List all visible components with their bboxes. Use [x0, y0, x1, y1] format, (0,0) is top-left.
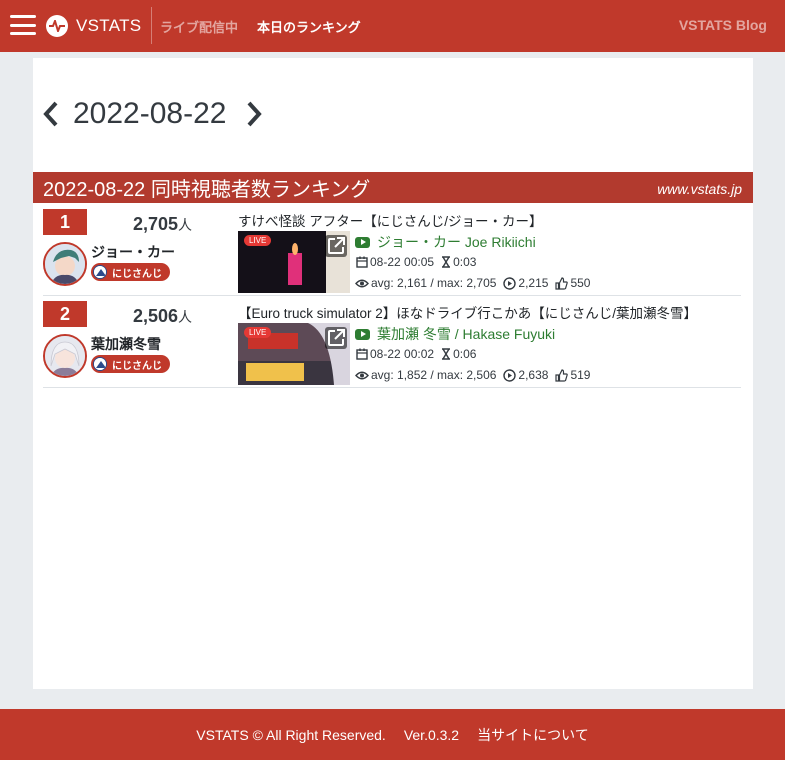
avg-max-value: avg: 1,852 / max: 2,506: [371, 368, 497, 382]
start-time-value: 08-22 00:02: [370, 347, 435, 361]
avatar[interactable]: [43, 334, 87, 378]
duration: 0:03: [441, 255, 476, 269]
ranking-row: 2 2,506人 葉加瀬冬雪 にじさんじ 【Euro truck simulat…: [43, 296, 741, 388]
youtube-icon: [355, 328, 370, 340]
next-date-button[interactable]: [244, 97, 264, 131]
stream-thumbnail[interactable]: LIVE: [238, 231, 350, 293]
about-link[interactable]: 当サイトについて: [477, 725, 589, 745]
nav-blog-link[interactable]: VSTATS Blog: [679, 17, 767, 33]
likes: 519: [555, 368, 590, 382]
start-time: 08-22 00:05: [356, 255, 434, 269]
org-name: にじさんじ: [112, 360, 162, 372]
stream-time-meta: 08-22 00:05 0:03: [356, 255, 476, 269]
duration: 0:06: [441, 347, 476, 361]
stream-stats-meta: avg: 2,161 / max: 2,705 2,215 550: [355, 276, 590, 290]
stream-title[interactable]: 【Euro truck simulator 2】ほなドライブ行こかあ【にじさんじ…: [238, 302, 697, 322]
viewer-count: 2,506人: [133, 306, 192, 327]
avg-max-value: avg: 2,161 / max: 2,705: [371, 276, 497, 290]
site-url: www.vstats.jp: [657, 181, 742, 197]
nijisanji-logo-icon: [93, 357, 107, 371]
nav-ranking-link[interactable]: 本日のランキング: [257, 17, 361, 36]
start-time: 08-22 00:02: [356, 347, 434, 361]
date-navigator: 2022-08-22: [41, 96, 264, 132]
youtube-channel-link[interactable]: ジョー・カー Joe Rikiichi: [355, 232, 536, 252]
org-badge[interactable]: にじさんじ: [91, 263, 170, 281]
thumbs-up-icon: [555, 276, 569, 290]
viewer-unit: 人: [178, 217, 193, 233]
views-value: 2,638: [518, 368, 549, 382]
nijisanji-logo-icon: [93, 265, 107, 279]
duration-value: 0:03: [453, 255, 477, 269]
calendar-icon: [356, 348, 368, 360]
views: 2,215: [503, 276, 548, 290]
likes: 550: [555, 276, 590, 290]
org-name: にじさんじ: [112, 268, 162, 280]
start-time-value: 08-22 00:05: [370, 255, 435, 269]
views: 2,638: [503, 368, 548, 382]
prev-date-button[interactable]: [41, 97, 61, 131]
youtube-channel-link[interactable]: 葉加瀬 冬雪 / Hakase Fuyuki: [355, 324, 555, 344]
ranking-panel: 2022-08-22 2022-08-22 同時視聴者数ランキング www.vs…: [33, 58, 753, 689]
ranking-row: 1 2,705人 ジョー・カー にじさんじ すけべ怪談 アフター【にじさんじ/ジ…: [43, 204, 741, 296]
play-circle-icon: [503, 368, 517, 382]
current-date: 2022-08-22: [73, 97, 227, 130]
eye-icon: [355, 279, 369, 287]
youtube-channel-name: ジョー・カー Joe Rikiichi: [377, 234, 536, 250]
external-link-icon[interactable]: [325, 327, 347, 349]
version: Ver.0.3.2: [403, 726, 460, 743]
hourglass-icon: [442, 348, 451, 360]
hourglass-icon: [442, 256, 451, 268]
ranking-title: 2022-08-22 同時視聴者数ランキング: [43, 179, 371, 201]
avg-max: avg: 1,852 / max: 2,506: [355, 368, 496, 382]
channel-name[interactable]: 葉加瀬冬雪: [91, 334, 161, 354]
stream-stats-meta: avg: 1,852 / max: 2,506 2,638 519: [355, 368, 590, 382]
pulse-logo-icon: [46, 15, 68, 37]
calendar-icon: [356, 256, 368, 268]
viewer-count-value: 2,705: [133, 214, 179, 234]
viewer-unit: 人: [178, 309, 193, 325]
likes-value: 519: [570, 368, 591, 382]
channel-name[interactable]: ジョー・カー: [91, 242, 175, 262]
live-tag: LIVE: [244, 235, 272, 246]
brand-link[interactable]: VSTATS: [46, 14, 141, 38]
chevron-right-icon: [247, 101, 263, 127]
viewer-count: 2,705人: [133, 214, 192, 235]
menu-icon[interactable]: [10, 13, 36, 37]
copyright: VSTATS © All Right Reserved.: [196, 726, 386, 743]
stream-thumbnail[interactable]: LIVE: [238, 323, 350, 385]
viewer-count-value: 2,506: [133, 306, 179, 326]
external-link-icon[interactable]: [325, 235, 347, 257]
youtube-channel-name: 葉加瀬 冬雪 / Hakase Fuyuki: [377, 326, 556, 342]
stream-time-meta: 08-22 00:02 0:06: [356, 347, 476, 361]
brand-name: VSTATS: [76, 16, 142, 35]
thumbs-up-icon: [555, 368, 569, 382]
top-navbar: VSTATS ライブ配信中 本日のランキング VSTATS Blog: [0, 0, 785, 52]
rank-badge: 2: [43, 301, 87, 327]
duration-value: 0:06: [453, 347, 477, 361]
avg-max: avg: 2,161 / max: 2,705: [355, 276, 496, 290]
likes-value: 550: [570, 276, 591, 290]
avatar[interactable]: [43, 242, 87, 286]
stream-title[interactable]: すけべ怪談 アフター【にじさんじ/ジョー・カー】: [238, 210, 543, 230]
youtube-icon: [355, 236, 370, 248]
live-tag: LIVE: [244, 327, 272, 338]
footer: VSTATS © All Right Reserved. Ver.0.3.2 当…: [0, 709, 785, 760]
play-circle-icon: [503, 276, 517, 290]
chevron-left-icon: [43, 101, 58, 127]
org-badge[interactable]: にじさんじ: [91, 355, 170, 373]
ranking-header: 2022-08-22 同時視聴者数ランキング www.vstats.jp: [33, 172, 753, 203]
nav-live-link[interactable]: ライブ配信中: [160, 17, 238, 36]
nav-divider: [151, 7, 152, 44]
views-value: 2,215: [518, 276, 549, 290]
eye-icon: [355, 371, 369, 379]
rank-badge: 1: [43, 209, 87, 235]
